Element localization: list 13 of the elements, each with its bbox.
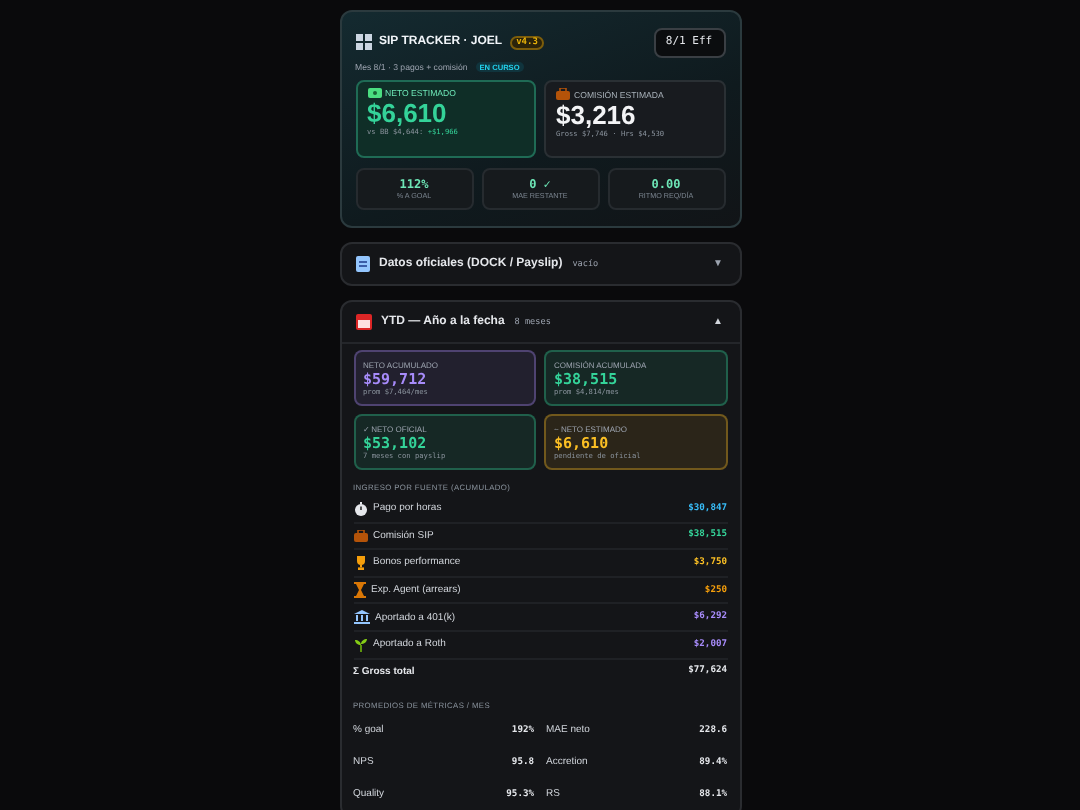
- hourglass-icon: [353, 582, 365, 599]
- briefcase-icon: [556, 88, 570, 100]
- briefcase-icon: [353, 529, 367, 542]
- stopwatch-icon: [353, 501, 367, 516]
- stat-value: $3,216: [556, 100, 638, 130]
- document-icon: [355, 256, 369, 272]
- trophy-icon: [353, 555, 367, 570]
- stat-value: $6,610: [367, 98, 449, 128]
- calendar-icon: [355, 314, 371, 330]
- sprout-icon: [353, 637, 367, 652]
- banknote-icon: [367, 88, 381, 98]
- grid-icon: [355, 34, 371, 50]
- bank-icon: [353, 610, 369, 625]
